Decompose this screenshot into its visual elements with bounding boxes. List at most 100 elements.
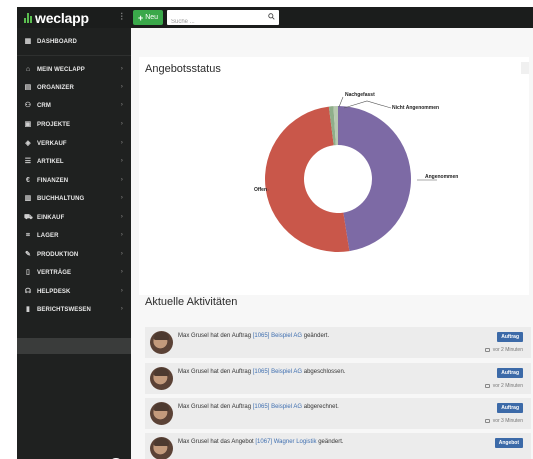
slice-label: Offen — [254, 187, 267, 193]
sidebar-item-label: Verträge — [37, 270, 72, 276]
leader-line — [338, 96, 344, 108]
activities-title: Aktuelle Aktivitäten — [145, 296, 238, 308]
chevron-right-icon: › — [120, 251, 123, 257]
chevron-right-icon: › — [120, 158, 123, 164]
chevron-right-icon: › — [120, 121, 123, 127]
sidebar-item-buchhaltung[interactable]: ▥ Buchhaltung › — [17, 192, 131, 206]
tag-icon: ◈ — [25, 140, 31, 147]
sidebar-item-label: Produktion — [37, 252, 79, 258]
sidebar-item-label: CRM — [37, 103, 51, 109]
activity-prefix: Max Grusel hat den Auftrag — [178, 404, 253, 410]
search-box — [167, 10, 279, 30]
activity-type-badge[interactable]: Auftrag — [497, 403, 523, 413]
activity-type-badge[interactable]: Angebot — [494, 438, 523, 448]
leader-line — [343, 100, 392, 109]
sidebar-item-verkauf[interactable]: ◈ Verkauf › — [17, 137, 131, 151]
menu-toggle-icon[interactable]: ⁝ — [120, 10, 124, 25]
activity-suffix: abgeschlossen. — [302, 369, 346, 375]
chevron-right-icon: › — [120, 288, 123, 294]
activity-link[interactable]: [1065] Beispiel AG — [253, 404, 302, 410]
sidebar-item-finanzen[interactable]: € Finanzen › — [17, 174, 131, 188]
panel-title: Angebotsstatus — [145, 63, 221, 75]
chevron-right-icon: › — [120, 66, 123, 72]
new-button[interactable]: + Neu — [133, 10, 163, 25]
activity-type-badge[interactable]: Auftrag — [497, 368, 523, 378]
sidebar-item-lager[interactable]: ⌗ Lager › — [17, 229, 131, 243]
new-button-label: Neu — [145, 14, 159, 21]
top-bar: weclapp ⁝ + Neu — [17, 7, 533, 30]
plus-icon: + — [137, 12, 144, 23]
sidebar-item-produktion[interactable]: ✎ Produktion › — [17, 248, 131, 262]
cart-icon: ⛟ — [24, 214, 33, 221]
logo-bars-icon — [24, 12, 32, 23]
activity-prefix: Max Grusel hat den Auftrag — [178, 333, 253, 339]
sidebar-divider — [17, 55, 131, 56]
sidebar-item-mein-weclapp[interactable]: ⌂ Mein weclapp › — [17, 63, 131, 77]
sidebar: ▦ Dashboard ⌂ Mein weclapp › ▤ Organizer › ⚇ CRM ›… — [17, 28, 131, 459]
sidebar-item-label: Mein weclapp — [37, 67, 85, 73]
weclapp-logo[interactable]: weclapp — [24, 9, 89, 26]
euro-icon: € — [26, 177, 30, 184]
logo-text: weclapp — [35, 9, 89, 26]
avatar[interactable] — [150, 437, 173, 459]
avatar[interactable] — [150, 402, 173, 425]
sidebar-item-label: Helpdesk — [37, 289, 71, 295]
sidebar-item-berichtswesen[interactable]: ▮ Berichtswesen › — [17, 303, 131, 317]
activity-text: Max Grusel hat das Angebot [1067] Wagner… — [178, 439, 344, 445]
slice-label: Angenommen — [425, 174, 458, 180]
document-icon: ▯ — [26, 269, 30, 276]
activity-prefix: Max Grusel hat den Auftrag — [178, 369, 253, 375]
sidebar-item-label: Dashboard — [37, 39, 77, 45]
chevron-right-icon: › — [120, 84, 123, 90]
avatar[interactable] — [150, 367, 173, 390]
sidebar-item-artikel[interactable]: ☰ Artikel › — [17, 155, 131, 169]
warehouse-icon: ⌗ — [25, 232, 31, 239]
offer-status-panel: Angebotsstatus Angenommen Offen Nachgefass… — [139, 57, 529, 295]
comment-icon[interactable] — [484, 348, 490, 352]
chevron-right-icon: › — [120, 140, 123, 146]
calendar-icon: ▤ — [24, 84, 32, 91]
activity-link[interactable]: [1067] Wagner Logistik — [255, 439, 316, 445]
activity-time: vor 2 Minuten — [484, 383, 523, 389]
comment-icon[interactable] — [484, 384, 490, 388]
activity-suffix: geändert. — [302, 333, 330, 339]
sidebar-item-label: Verkauf — [37, 141, 67, 147]
activity-type-badge[interactable]: Auftrag — [497, 332, 523, 342]
sidebar-item-label: Lager — [37, 233, 59, 239]
app-window: weclapp ⁝ + Neu ▦ Dashboard ⌂ Mein weclapp ›… — [17, 7, 533, 459]
offer-status-chart: Angenommen Offen Nachgefasst Nicht Angenomm… — [254, 92, 458, 253]
chevron-right-icon: › — [120, 214, 123, 220]
dashboard-content: Angebotsstatus Angenommen Offen Nachgefass… — [131, 28, 533, 459]
panel-handle[interactable] — [521, 62, 529, 74]
avatar[interactable] — [150, 331, 173, 354]
activity-link[interactable]: [1065] Beispiel AG — [253, 369, 302, 375]
activity-time: vor 3 Minuten — [484, 418, 523, 424]
sidebar-item-label: Einkauf — [37, 215, 65, 221]
sidebar-item-helpdesk[interactable]: ☊ Helpdesk › — [17, 285, 131, 299]
slice-label: Nachgefasst — [345, 92, 375, 98]
sidebar-selected-row — [17, 338, 131, 354]
sidebar-item-label: Organizer — [37, 85, 74, 91]
chevron-right-icon: › — [120, 102, 123, 108]
sidebar-item-verträge[interactable]: ▯ Verträge › — [17, 266, 131, 280]
sidebar-item-dashboard[interactable]: ▦ Dashboard — [17, 35, 131, 49]
sidebar-item-crm[interactable]: ⚇ CRM › — [17, 99, 131, 113]
search-icon[interactable] — [268, 13, 275, 20]
sidebar-item-einkauf[interactable]: ⛟ Einkauf › — [17, 211, 131, 225]
activity-text: Max Grusel hat den Auftrag [1065] Beispi… — [178, 333, 329, 339]
comment-icon[interactable] — [484, 419, 490, 423]
wrench-icon: ✎ — [25, 251, 31, 258]
sidebar-item-label: Buchhaltung — [37, 196, 85, 202]
list-icon: ☰ — [24, 158, 32, 165]
sidebar-item-label: Projekte — [37, 122, 71, 128]
sidebar-item-organizer[interactable]: ▤ Organizer › — [17, 81, 131, 95]
activity-time-text: vor 3 Minuten — [492, 418, 523, 424]
activity-item: Max Grusel hat das Angebot [1067] Wagner… — [145, 433, 531, 459]
chevron-right-icon: › — [120, 269, 123, 275]
ledger-icon: ▥ — [24, 195, 32, 202]
activity-link[interactable]: [1065] Beispiel AG — [253, 333, 302, 339]
activity-time: vor 2 Minuten — [484, 347, 523, 353]
activity-suffix: geändert. — [316, 439, 344, 445]
donut-slice-angenommen[interactable] — [338, 106, 411, 252]
sidebar-item-projekte[interactable]: ▣ Projekte › — [17, 118, 131, 132]
